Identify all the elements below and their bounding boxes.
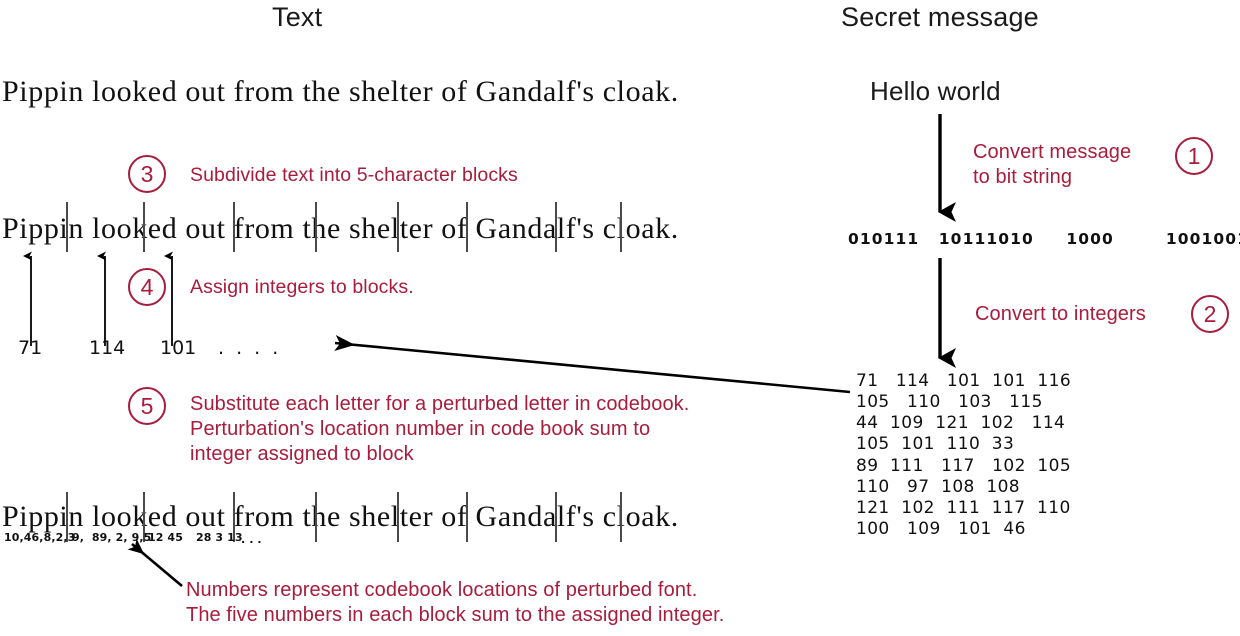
bit-string: 010111 10111010 1000 1001001 <box>848 230 1240 248</box>
passage-divided: Pippin looked out from the shelter of Ga… <box>2 212 679 245</box>
integer-row: 110 97 108 108 <box>856 477 1021 497</box>
block-divider <box>233 202 235 252</box>
step-1-text: Convert message to bit string <box>973 141 1132 188</box>
block-divider <box>397 492 399 542</box>
passage-substituted: Pippin looked out from the shelter of Ga… <box>2 500 679 533</box>
integers-to-blocks-arrow <box>334 335 851 394</box>
bottom-caption: Numbers represent codebook locations of … <box>186 579 725 626</box>
assigned-integer: 101 <box>160 337 197 359</box>
convert-to-bits-arrow <box>938 114 956 222</box>
integer-row: 71 114 101 101 116 <box>856 371 1072 391</box>
step-3-text: Subdivide text into 5-character blocks <box>190 164 518 186</box>
step-2-text: Convert to integers <box>975 303 1146 325</box>
block-divider <box>466 492 468 542</box>
block-location-numbers: 10,46,8,2,3 <box>4 531 76 544</box>
block-location-numbers: . . . <box>241 533 262 546</box>
block-divider <box>315 202 317 252</box>
integer-row: 100 109 101 46 <box>856 519 1026 539</box>
block-divider <box>620 492 622 542</box>
block-divider <box>66 202 68 252</box>
convert-to-integers-arrow <box>938 258 956 368</box>
integer-row: 105 101 110 33 <box>856 434 1015 454</box>
step-4-text: Assign integers to blocks. <box>190 276 414 298</box>
left-column-heading: Text <box>272 2 323 32</box>
block-divider <box>143 202 145 252</box>
assigned-integer: 71 <box>18 337 43 359</box>
block-divider <box>555 202 557 252</box>
integer-row: 121 102 111 117 110 <box>856 498 1071 518</box>
integer-row: 105 110 103 115 <box>856 392 1043 412</box>
block-location-numbers: 28 3 13 <box>196 531 243 544</box>
right-column-heading: Secret message <box>841 2 1039 32</box>
step-4-circle: 4 <box>128 268 166 306</box>
block-divider <box>555 492 557 542</box>
assigned-integer: 114 <box>89 337 126 359</box>
block-divider <box>397 202 399 252</box>
step-1-circle: 1 <box>1175 137 1213 175</box>
integer-row: 44 109 121 102 114 <box>856 413 1066 433</box>
passage-plain: Pippin looked out from the shelter of Ga… <box>2 75 679 108</box>
step-2-circle: 2 <box>1191 295 1229 333</box>
integer-row: 89 111 117 102 105 <box>856 456 1072 476</box>
block-divider <box>466 202 468 252</box>
secret-message-text: Hello world <box>870 76 1001 106</box>
block-divider <box>315 492 317 542</box>
step-3-circle: 3 <box>128 155 166 193</box>
block-divider <box>620 202 622 252</box>
assigned-integer-ellipsis: . . . . <box>218 337 282 359</box>
step-5-circle: 5 <box>128 387 166 425</box>
step-5-text: Substitute each letter for a perturbed l… <box>190 393 690 465</box>
